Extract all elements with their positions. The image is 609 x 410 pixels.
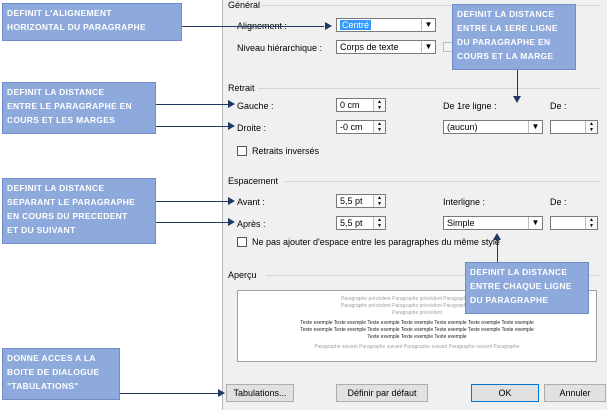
first-line-label: De 1re ligne :: [443, 101, 497, 111]
line-spacing-at-label: De :: [550, 197, 567, 207]
arrow-down-icon: [513, 96, 521, 103]
arrow-right-icon: [218, 389, 225, 397]
note-line: DEFINIT LA DISTANCE: [457, 9, 555, 19]
note-line: ENTRE LE PARAGRAPHE EN: [7, 101, 132, 111]
note-line: HORIZONTAL DU PARAGRAPHE: [7, 22, 146, 32]
note-alignment: DEFINIT L'ALIGNEMENT HORIZONTAL DU PARAG…: [2, 3, 182, 41]
first-line-by-stepper[interactable]: ▲ ▼: [550, 120, 598, 134]
indent-right-label: Droite :: [237, 123, 267, 133]
note-line: "TABULATIONS": [7, 381, 79, 391]
note-spacing: DEFINIT LA DISTANCE SEPARANT LE PARAGRAP…: [2, 178, 156, 244]
note-line: DU PARAGRAPHE: [470, 295, 549, 305]
indent-left-value: 0 cm: [340, 100, 360, 110]
line-spacing-value: Simple: [447, 218, 475, 228]
spin-arrows-icon[interactable]: ▲ ▼: [585, 121, 597, 133]
note-line-spacing: DEFINIT LA DISTANCE ENTRE CHAQUE LIGNE D…: [465, 262, 589, 314]
spin-arrows-icon[interactable]: ▲ ▼: [585, 217, 597, 229]
arrow-tabs-line: [120, 393, 218, 394]
group-indent-divider: [258, 88, 600, 89]
note-line: ENTRE LA 1ERE LIGNE: [457, 23, 558, 33]
level-value: Corps de texte: [340, 42, 399, 52]
tabs-button[interactable]: Tabulations...: [226, 384, 294, 402]
note-line: DEFINIT LA DISTANCE: [7, 87, 105, 97]
note-line: EN COURS DU PRECEDENT: [7, 211, 128, 221]
spacing-after-value: 5,5 pt: [340, 218, 363, 228]
note-line: ET DU SUIVANT: [7, 225, 76, 235]
arrow-right-icon: [228, 100, 235, 108]
indent-left-label: Gauche :: [237, 101, 274, 111]
note-line: SEPARANT LE PARAGRAPHE: [7, 197, 136, 207]
ok-button[interactable]: OK: [471, 384, 539, 402]
arrow-up-icon: [493, 233, 501, 240]
arrow-before-line: [156, 201, 228, 202]
preview-sample-line: Texte exemple Texte exemple Texte exempl…: [300, 320, 534, 326]
spacing-after-stepper[interactable]: 5,5 pt ▲ ▼: [336, 216, 386, 230]
arrow-right-indent-line: [156, 126, 228, 127]
line-spacing-select[interactable]: Simple ▼: [443, 216, 543, 230]
note-line: COURS ET LA MARGE: [457, 51, 554, 61]
chevron-down-icon[interactable]: ▼: [528, 217, 542, 229]
chevron-down-icon[interactable]: ▼: [528, 121, 542, 133]
chevron-down-icon[interactable]: ▼: [421, 41, 435, 53]
arrow-after-line: [156, 222, 228, 223]
preview-sample-line: Texte exemple Texte exemple Texte exempl…: [300, 327, 534, 333]
indent-left-stepper[interactable]: 0 cm ▲ ▼: [336, 98, 386, 112]
level-label: Niveau hiérarchique :: [237, 43, 323, 53]
no-space-checkbox[interactable]: [237, 237, 247, 247]
arrow-right-icon: [228, 218, 235, 226]
cancel-button[interactable]: Annuler: [544, 384, 606, 402]
arrow-right-icon: [228, 197, 235, 205]
spin-arrows-icon[interactable]: ▲ ▼: [373, 217, 385, 229]
line-spacing-at-stepper[interactable]: ▲ ▼: [550, 216, 598, 230]
alignment-select[interactable]: Centré ▼: [336, 18, 436, 32]
chevron-down-icon[interactable]: ▼: [421, 19, 435, 31]
spin-arrows-icon[interactable]: ▲ ▼: [373, 99, 385, 111]
spacing-before-value: 5,5 pt: [340, 196, 363, 206]
line-spacing-label: Interligne :: [443, 197, 486, 207]
note-line: ENTRE CHAQUE LIGNE: [470, 281, 572, 291]
preview-next-line: Paragraphe suivant Paragraphe suivant Pa…: [314, 344, 520, 350]
arrow-right-icon: [325, 22, 332, 30]
note-line: DEFINIT LA DISTANCE: [7, 183, 105, 193]
arrow-alignment-line: [182, 26, 324, 27]
spacing-before-label: Avant :: [237, 197, 265, 207]
spacing-before-stepper[interactable]: 5,5 pt ▲ ▼: [336, 194, 386, 208]
spin-arrows-icon[interactable]: ▲ ▼: [373, 121, 385, 133]
spacing-after-label: Après :: [237, 219, 266, 229]
group-spacing-label: Espacement: [228, 176, 279, 186]
first-line-value: (aucun): [447, 122, 478, 132]
set-default-button[interactable]: Définir par défaut: [336, 384, 428, 402]
note-line: DEFINIT LA DISTANCE: [470, 267, 568, 277]
no-space-label: Ne pas ajouter d'espace entre les paragr…: [252, 237, 500, 247]
note-margins: DEFINIT LA DISTANCE ENTRE LE PARAGRAPHE …: [2, 82, 156, 134]
note-line: DONNE ACCES A LA: [7, 353, 96, 363]
note-line: COURS ET LES MARGES: [7, 115, 116, 125]
arrow-left-indent-line: [156, 104, 228, 105]
group-preview-label: Aperçu: [228, 270, 257, 280]
level-select[interactable]: Corps de texte ▼: [336, 40, 436, 54]
arrow-first-line-line: [517, 70, 518, 96]
note-line: DU PARAGRAPHE EN: [457, 37, 551, 47]
arrow-line-spacing-line: [497, 240, 498, 262]
spin-arrows-icon[interactable]: ▲ ▼: [373, 195, 385, 207]
note-line: BOITE DE DIALOGUE: [7, 367, 100, 377]
first-line-select[interactable]: (aucun) ▼: [443, 120, 543, 134]
preview-sample-line: Texte exemple Texte exemple Texte exempl…: [367, 334, 467, 340]
note-first-line: DEFINIT LA DISTANCE ENTRE LA 1ERE LIGNE …: [452, 4, 576, 70]
mirror-indents-label: Retraits inversés: [252, 146, 320, 156]
indent-right-value: -0 cm: [340, 122, 363, 132]
first-line-by-label: De :: [550, 101, 567, 111]
group-indent-label: Retrait: [228, 83, 255, 93]
arrow-right-icon: [228, 122, 235, 130]
group-spacing-divider: [284, 181, 600, 182]
note-line: DEFINIT L'ALIGNEMENT: [7, 8, 112, 18]
mirror-indents-checkbox[interactable]: [237, 146, 247, 156]
note-tabs: DONNE ACCES A LA BOITE DE DIALOGUE "TABU…: [2, 348, 120, 400]
indent-right-stepper[interactable]: -0 cm ▲ ▼: [336, 120, 386, 134]
group-general-label: Général: [228, 0, 261, 10]
alignment-value: Centré: [340, 20, 372, 30]
